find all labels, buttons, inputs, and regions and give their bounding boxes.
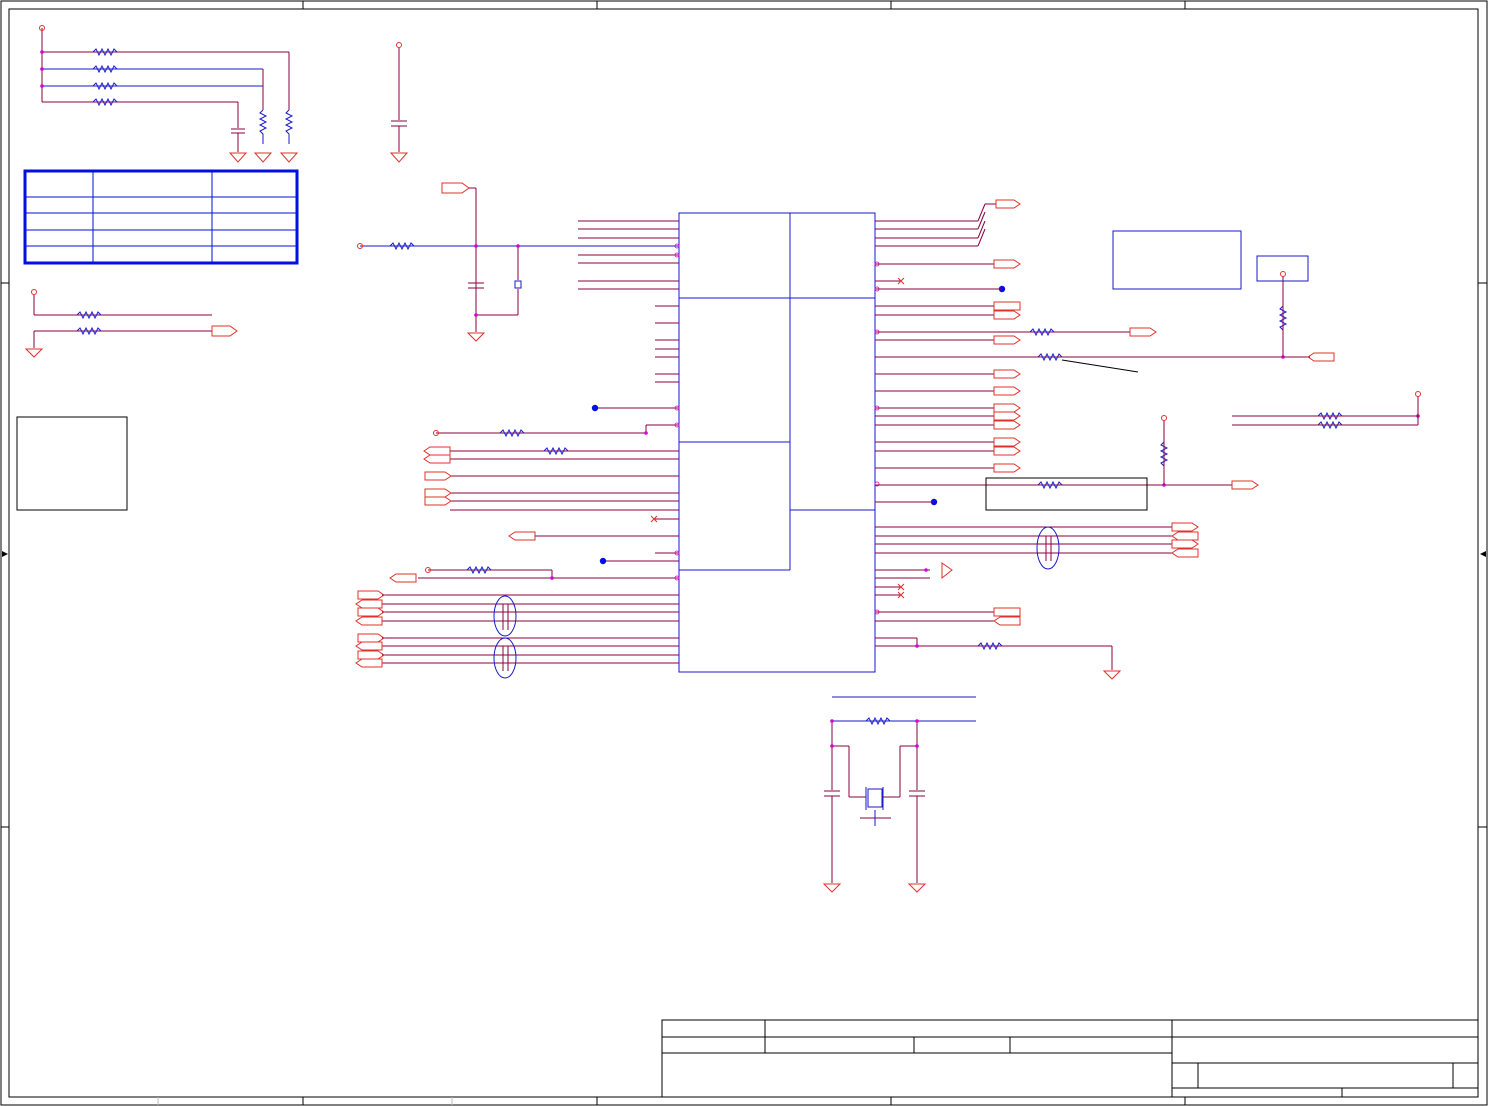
coupling-cap-plates [1045,536,1052,561]
ic-right-pins [875,203,1310,670]
sheet-frame [0,0,1488,1106]
right-offpage-connectors [941,199,1335,680]
right-note-box [1112,230,1242,290]
clock-input-circuit [357,182,522,342]
left-note-box [16,416,128,511]
title-block [157,1019,1479,1105]
right-pullup-group [1161,271,1421,485]
crystal-nodes [830,719,919,748]
ic-left-nodes [474,244,648,580]
bulk-capacitor [389,42,409,163]
pin-end-marks [674,243,880,615]
ac-coupling-caps-right [1036,526,1060,570]
strap-table [23,169,299,265]
left-pullup-resistors [24,289,238,358]
ic-right-nodes [915,355,1420,648]
main-ic [678,212,876,673]
ground-icon [228,152,299,163]
resistor-outline-box [985,477,1148,511]
frame-arrows [2,551,1486,557]
schematic-sheet [0,0,1488,1106]
crystal-oscillator [822,696,976,893]
ic-left-resistors [389,241,569,575]
ic-left-pins [360,220,679,664]
ac-coupling-caps-left [493,595,517,679]
top-left-resistor-network [41,28,294,152]
left-offpage-connectors [355,430,536,668]
no-connect-marks [650,277,905,599]
